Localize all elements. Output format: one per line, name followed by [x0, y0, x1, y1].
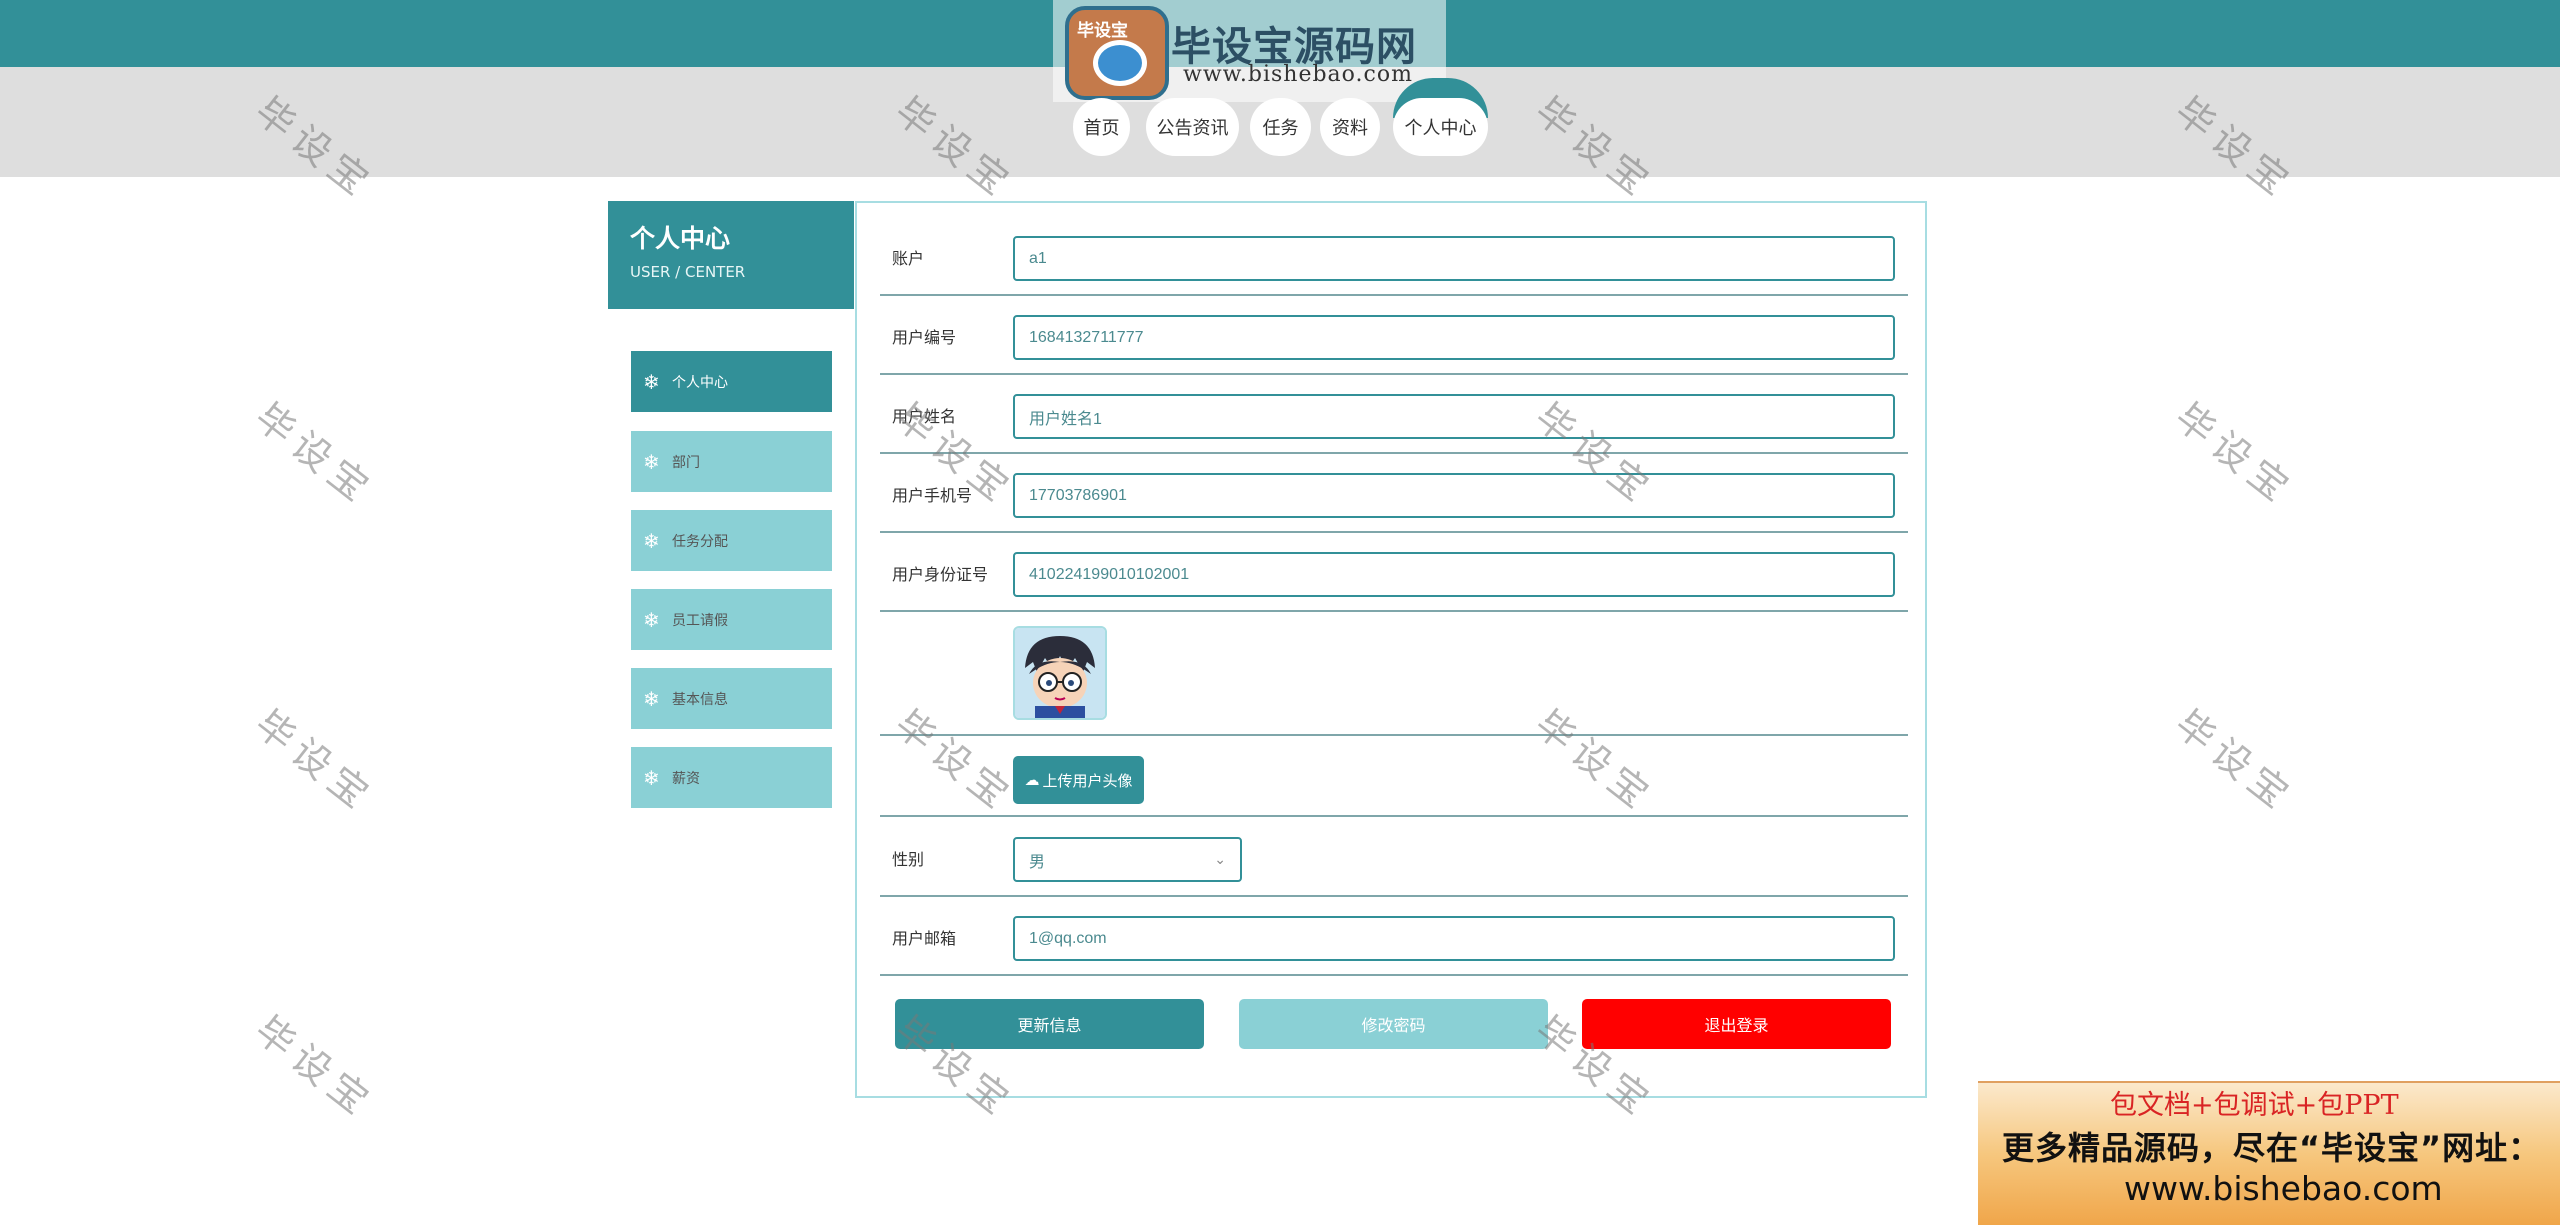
snowflake-icon: ❄	[643, 449, 660, 474]
logout-button[interactable]: 退出登录	[1582, 999, 1891, 1049]
sidebar-item-leave[interactable]: ❄ 员工请假	[631, 589, 832, 650]
phone-label: 用户手机号	[892, 486, 973, 505]
sidebar-item-basic-info[interactable]: ❄ 基本信息	[631, 668, 832, 729]
main-nav: 首页 公告资讯 任务 资料 个人中心	[0, 98, 2560, 156]
phone-input[interactable]: 17703786901	[1013, 473, 1895, 518]
watermark-text: 毕设宝	[246, 1007, 383, 1128]
form-row-upload: ☁ 上传用户头像	[880, 734, 1908, 817]
watermark-text: 毕设宝	[246, 394, 383, 515]
sidebar-title: 个人中心	[630, 224, 731, 253]
account-input[interactable]: a1	[1013, 236, 1895, 281]
nav-item-tasks[interactable]: 任务	[1250, 98, 1311, 156]
nav-item-user-center[interactable]: 个人中心	[1393, 98, 1488, 156]
upload-avatar-button[interactable]: ☁ 上传用户头像	[1013, 756, 1144, 804]
account-label: 账户	[892, 249, 925, 268]
watermark-text: 毕设宝	[2166, 394, 2303, 515]
email-input[interactable]: 1@qq.com	[1013, 916, 1895, 961]
sidebar-header: 个人中心 USER / CENTER	[608, 201, 854, 309]
promo-line-1: 包文档+包调试+包PPT	[2110, 1090, 2399, 1121]
update-info-button[interactable]: 更新信息	[895, 999, 1204, 1049]
sidebar-item-label: 任务分配	[672, 533, 728, 550]
sidebar-item-salary[interactable]: ❄ 薪资	[631, 747, 832, 808]
form-row-phone: 用户手机号 17703786901	[880, 452, 1908, 533]
user-name-input[interactable]: 用户姓名1	[1013, 394, 1895, 439]
chevron-down-icon: ⌄	[1214, 851, 1226, 868]
gender-label: 性别	[892, 850, 925, 869]
avatar	[1013, 626, 1107, 720]
user-no-label: 用户编号	[892, 328, 957, 347]
form-row-account: 账户 a1	[880, 203, 1908, 296]
change-password-button[interactable]: 修改密码	[1239, 999, 1548, 1049]
promo-line-3: www.bishebao.com	[2124, 1169, 2443, 1208]
logo-url: www.bishebao.com	[1183, 62, 1413, 87]
snowflake-icon: ❄	[643, 686, 660, 711]
user-name-label: 用户姓名	[892, 407, 957, 426]
watermark-text: 毕设宝	[246, 701, 383, 822]
gender-value: 男	[1029, 851, 1046, 871]
logo-badge-icon: 毕设宝	[1065, 6, 1169, 100]
sidebar-item-label: 薪资	[672, 770, 700, 787]
nav-item-home[interactable]: 首页	[1073, 98, 1130, 156]
sidebar-item-label: 员工请假	[672, 612, 728, 629]
snowflake-icon: ❄	[643, 607, 660, 632]
snowflake-icon: ❄	[643, 528, 660, 553]
sidebar-item-user-center[interactable]: ❄ 个人中心	[631, 351, 832, 412]
logo-badge-text: 毕设宝	[1077, 21, 1128, 41]
upload-avatar-label: 上传用户头像	[1042, 771, 1133, 790]
sidebar-item-department[interactable]: ❄ 部门	[631, 431, 832, 492]
form-row-user-name: 用户姓名 用户姓名1	[880, 373, 1908, 454]
form-row-email: 用户邮箱 1@qq.com	[880, 895, 1908, 976]
form-row-gender: 性别 男 ⌄	[880, 815, 1908, 897]
user-center-form: 账户 a1 用户编号 1684132711777 用户姓名 用户姓名1 用户手机…	[855, 201, 1927, 1098]
snowflake-icon: ❄	[643, 369, 660, 394]
form-row-user-no: 用户编号 1684132711777	[880, 294, 1908, 375]
gender-select[interactable]: 男 ⌄	[1013, 837, 1242, 882]
promo-line-2: 更多精品源码，尽在“毕设宝”网址：	[2002, 1129, 2542, 1167]
promo-banner[interactable]: 包文档+包调试+包PPT 更多精品源码，尽在“毕设宝”网址： www.bishe…	[1978, 1081, 2560, 1225]
sidebar-item-task-assign[interactable]: ❄ 任务分配	[631, 510, 832, 571]
nav-item-materials[interactable]: 资料	[1320, 98, 1380, 156]
form-row-id-card: 用户身份证号 410224199010102001	[880, 531, 1908, 612]
nav-item-news[interactable]: 公告资讯	[1146, 98, 1239, 156]
sidebar-item-label: 部门	[672, 454, 700, 471]
sidebar-item-label: 基本信息	[672, 691, 728, 708]
email-label: 用户邮箱	[892, 929, 957, 948]
snowflake-icon: ❄	[643, 765, 660, 790]
sidebar-item-label: 个人中心	[672, 374, 728, 391]
id-card-input[interactable]: 410224199010102001	[1013, 552, 1895, 597]
cloud-upload-icon: ☁	[1024, 771, 1040, 789]
user-no-input[interactable]: 1684132711777	[1013, 315, 1895, 360]
site-logo[interactable]: 毕设宝 毕设宝源码网 www.bishebao.com	[1053, 0, 1446, 102]
watermark-text: 毕设宝	[2166, 701, 2303, 822]
form-row-avatar	[880, 610, 1908, 736]
id-card-label: 用户身份证号	[892, 565, 989, 584]
sidebar-subtitle: USER / CENTER	[630, 263, 746, 281]
